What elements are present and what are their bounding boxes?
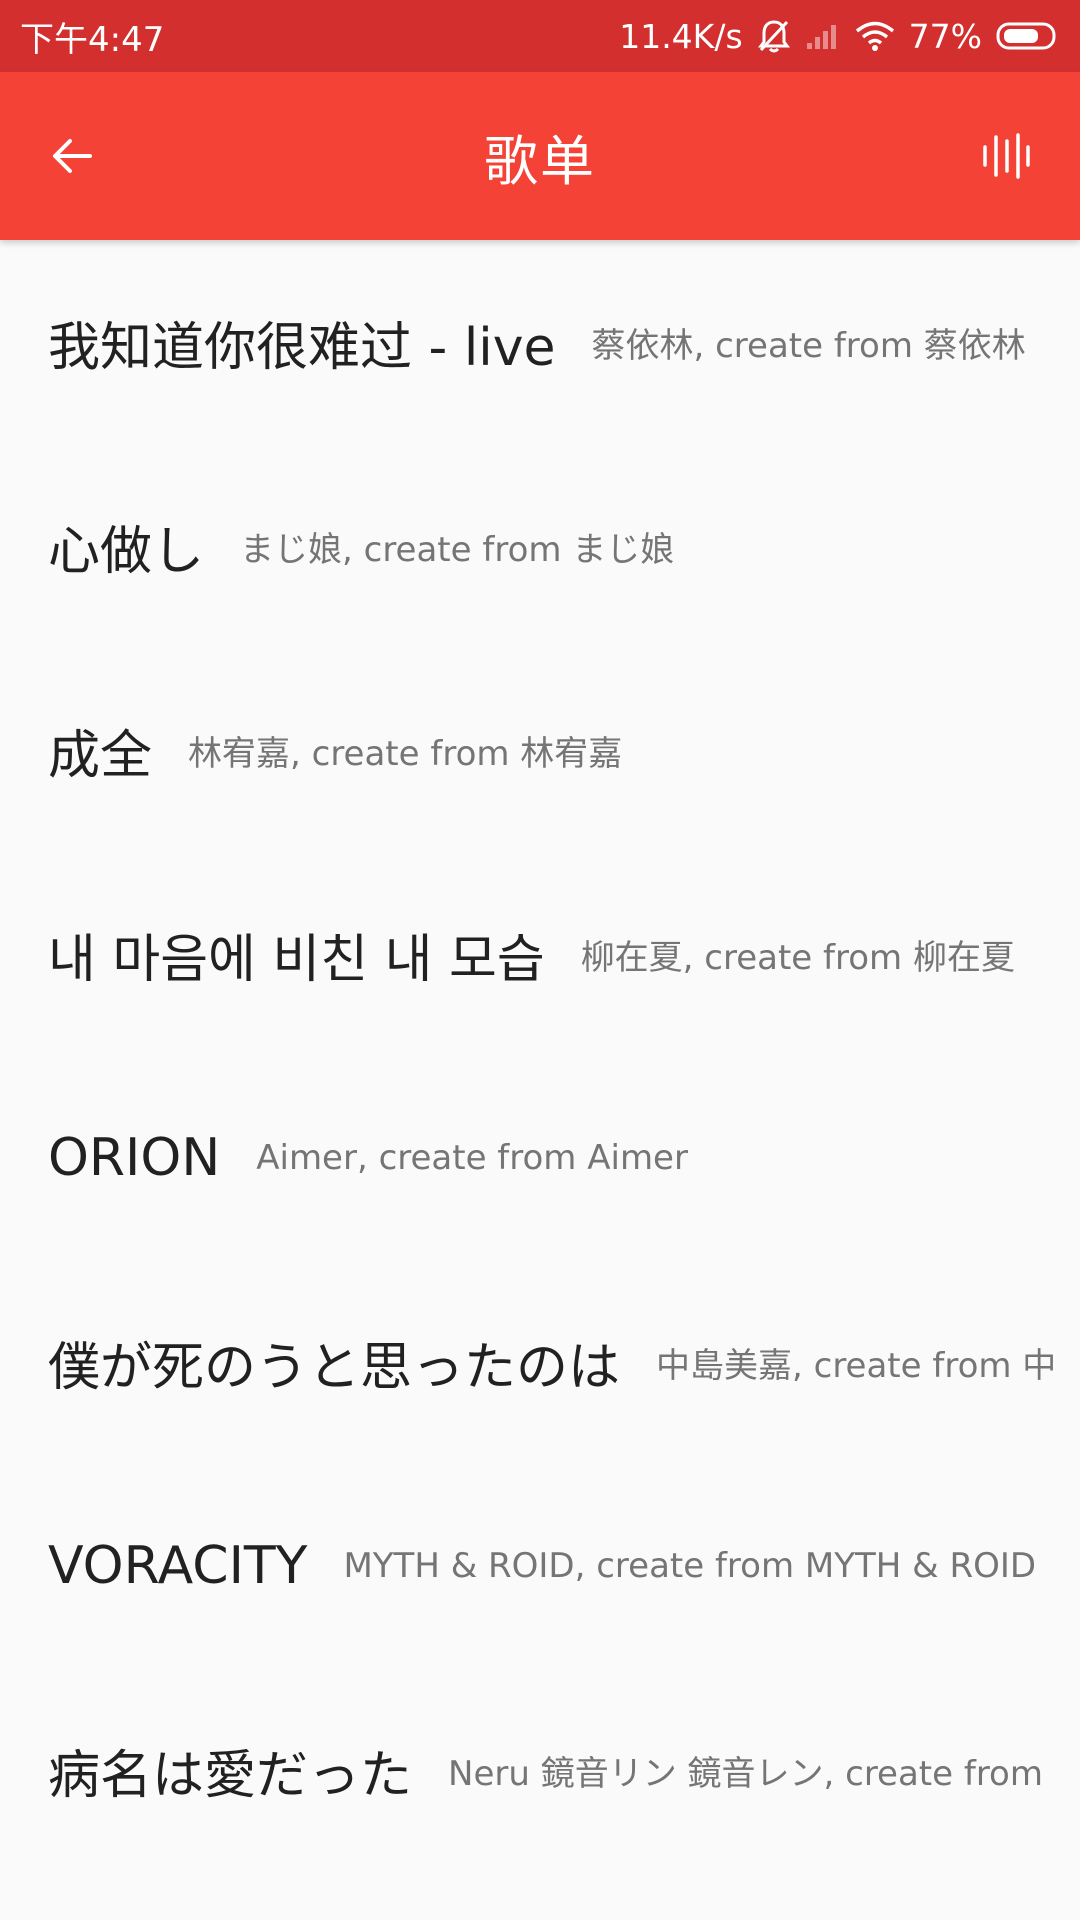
- battery-icon: [996, 21, 1060, 51]
- song-title: 僕が死のうと思ったのは: [48, 1337, 621, 1398]
- status-icons: 11.4K/s 77%: [619, 17, 1060, 56]
- song-title: VORACITY: [48, 1536, 308, 1596]
- song-title: 心做し: [48, 521, 205, 582]
- list-item[interactable]: 我知道你很难过 - live 蔡依林, create from 蔡依林: [0, 240, 1080, 444]
- bell-off-icon: [757, 18, 791, 54]
- playlist: 我知道你很难过 - live 蔡依林, create from 蔡依林 心做し …: [0, 240, 1080, 1872]
- song-subtitle: 柳在夏, create from 柳在夏: [580, 937, 1015, 978]
- now-playing-button[interactable]: [968, 118, 1044, 194]
- battery-percent: 77%: [908, 16, 982, 56]
- now-playing-icon: [983, 133, 1030, 179]
- song-subtitle: Neru 鏡音リン 鏡音レン, create from: [448, 1753, 1043, 1794]
- list-item[interactable]: ORION Aimer, create from Aimer: [0, 1056, 1080, 1260]
- page-title: 歌单: [484, 129, 596, 193]
- song-title: 내 마음에 비친 내 모습: [48, 929, 545, 990]
- list-item[interactable]: 내 마음에 비친 내 모습 柳在夏, create from 柳在夏: [0, 852, 1080, 1056]
- wifi-icon: [855, 20, 895, 52]
- song-subtitle: 中島美嘉, create from 中: [656, 1345, 1057, 1386]
- list-item[interactable]: 心做し まじ娘, create from まじ娘: [0, 444, 1080, 648]
- list-item[interactable]: 成全 林宥嘉, create from 林宥嘉: [0, 648, 1080, 852]
- song-subtitle: 林宥嘉, create from 林宥嘉: [188, 733, 623, 774]
- list-item[interactable]: VORACITY MYTH & ROID, create from MYTH &…: [0, 1464, 1080, 1668]
- list-item[interactable]: 病名は愛だった Neru 鏡音リン 鏡音レン, create from: [0, 1668, 1080, 1872]
- status-bar: 下午4:47 11.4K/s 77%: [0, 0, 1080, 72]
- song-title: 成全: [48, 725, 153, 786]
- song-subtitle: Aimer, create from Aimer: [256, 1138, 688, 1178]
- song-title: 我知道你很难过 - live: [48, 317, 556, 378]
- signal-icon: [805, 21, 841, 51]
- list-item[interactable]: 僕が死のうと思ったのは 中島美嘉, create from 中: [0, 1260, 1080, 1464]
- song-title: ORION: [48, 1128, 221, 1188]
- song-subtitle: MYTH & ROID, create from MYTH & ROID: [343, 1546, 1037, 1586]
- net-speed: 11.4K/s: [619, 16, 743, 56]
- song-subtitle: まじ娘, create from まじ娘: [240, 529, 675, 570]
- song-title: 病名は愛だった: [48, 1745, 413, 1806]
- app-bar: 歌单: [0, 72, 1080, 240]
- song-subtitle: 蔡依林, create from 蔡依林: [591, 325, 1026, 366]
- status-time: 下午4:47: [20, 19, 165, 60]
